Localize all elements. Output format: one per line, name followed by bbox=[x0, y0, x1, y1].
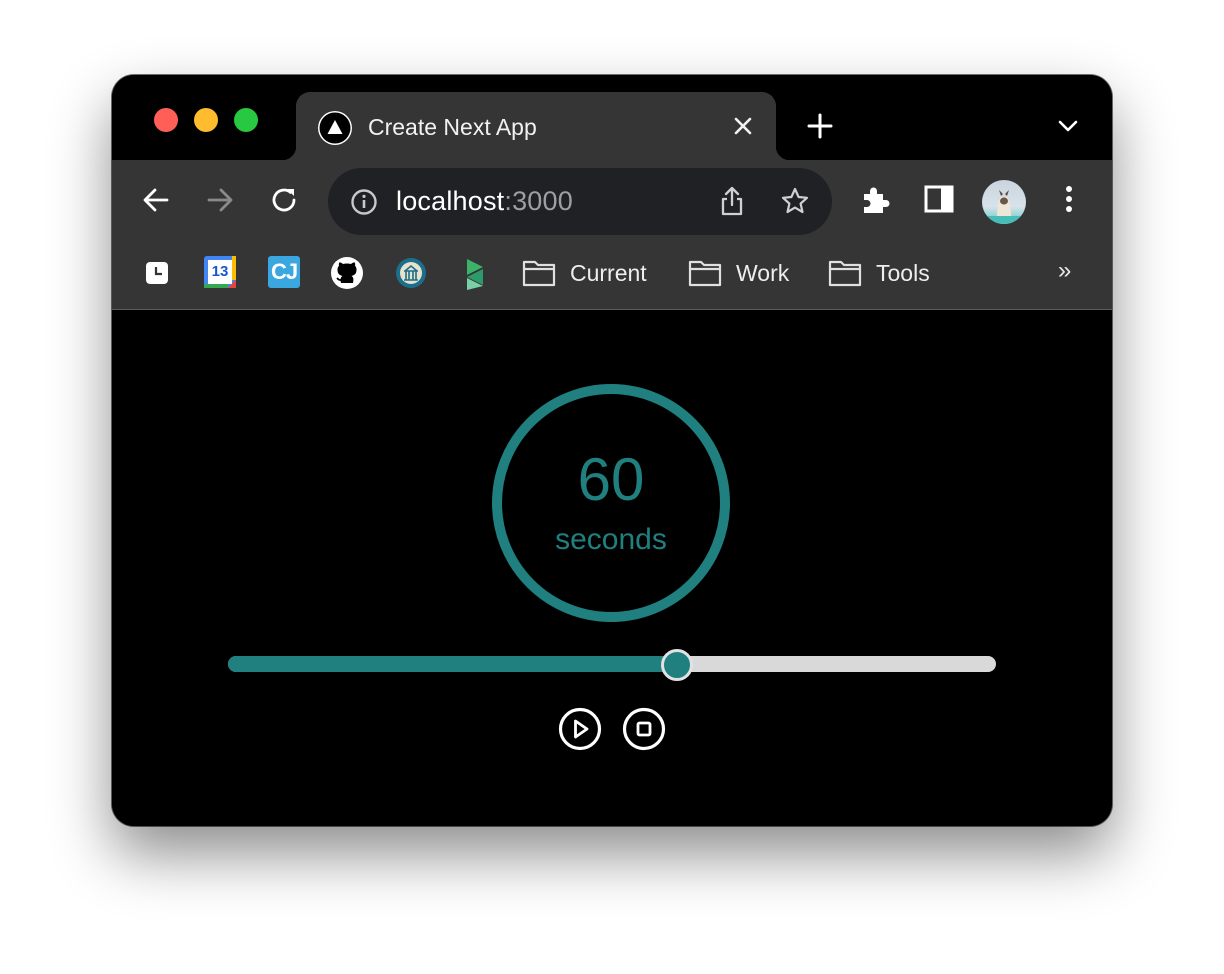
profile-avatar[interactable] bbox=[982, 180, 1026, 224]
duration-slider[interactable] bbox=[228, 649, 996, 681]
cj-icon[interactable]: CJ bbox=[268, 256, 300, 288]
timer-unit-label: seconds bbox=[555, 523, 667, 556]
share-icon[interactable] bbox=[718, 185, 746, 217]
slider-fill bbox=[228, 656, 677, 672]
window-close-button[interactable] bbox=[154, 108, 178, 132]
browser-window: Create Next App localhost:3000 13 CJ Cur… bbox=[112, 75, 1112, 826]
reload-icon[interactable] bbox=[268, 184, 300, 216]
tab-title: Create Next App bbox=[368, 114, 537, 140]
nextjs-triangle-icon bbox=[318, 111, 352, 145]
bookmark-folder-current[interactable]: Current bbox=[522, 254, 647, 292]
folder-label: Tools bbox=[876, 259, 930, 286]
page-content: 60 seconds bbox=[112, 310, 1112, 826]
window-minimize-button[interactable] bbox=[194, 108, 218, 132]
folder-icon bbox=[688, 260, 722, 287]
forward-arrow-icon[interactable] bbox=[204, 184, 236, 216]
window-maximize-button[interactable] bbox=[234, 108, 258, 132]
browser-toolbar: localhost:3000 bbox=[112, 160, 1112, 237]
folder-label: Current bbox=[570, 259, 647, 286]
timer-display: 60 seconds bbox=[491, 383, 731, 623]
site-info-icon[interactable] bbox=[350, 188, 378, 216]
title-bar: Create Next App bbox=[112, 75, 1112, 160]
url-port: :3000 bbox=[504, 186, 573, 216]
extensions-puzzle-icon[interactable] bbox=[858, 182, 892, 216]
clock-app-icon[interactable] bbox=[140, 256, 174, 290]
calendar-day-text: 13 bbox=[211, 263, 229, 280]
bookmarks-overflow-button[interactable]: » bbox=[1058, 257, 1071, 285]
cj-icon-text: CJ bbox=[270, 259, 298, 284]
bookmark-folder-work[interactable]: Work bbox=[688, 254, 789, 292]
chevron-down-icon[interactable] bbox=[1057, 115, 1079, 137]
tab-close-icon[interactable] bbox=[731, 114, 755, 138]
folder-icon bbox=[522, 260, 556, 287]
side-panel-icon[interactable] bbox=[922, 182, 956, 216]
timer-seconds-value: 60 bbox=[577, 446, 645, 513]
bookmark-folder-tools[interactable]: Tools bbox=[828, 254, 930, 292]
kebab-menu-icon[interactable] bbox=[1052, 182, 1086, 216]
green-layers-icon[interactable] bbox=[458, 256, 492, 290]
browser-tab[interactable]: Create Next App bbox=[282, 92, 790, 160]
google-calendar-icon[interactable]: 13 bbox=[204, 256, 236, 288]
play-icon[interactable] bbox=[558, 707, 602, 751]
back-arrow-icon[interactable] bbox=[140, 184, 172, 216]
new-tab-plus-icon[interactable] bbox=[807, 113, 833, 139]
slider-thumb[interactable] bbox=[660, 649, 693, 681]
url-host: localhost bbox=[396, 186, 505, 216]
folder-icon bbox=[828, 260, 862, 287]
address-bar[interactable]: localhost:3000 bbox=[328, 168, 832, 235]
stop-icon[interactable] bbox=[622, 707, 666, 751]
bookmark-star-icon[interactable] bbox=[780, 186, 810, 216]
url-text: localhost:3000 bbox=[396, 186, 573, 217]
globe-building-icon[interactable] bbox=[394, 256, 428, 290]
github-icon[interactable] bbox=[330, 256, 364, 290]
bookmarks-bar: 13 CJ Current Work Tools » bbox=[112, 237, 1112, 310]
folder-label: Work bbox=[736, 259, 790, 286]
